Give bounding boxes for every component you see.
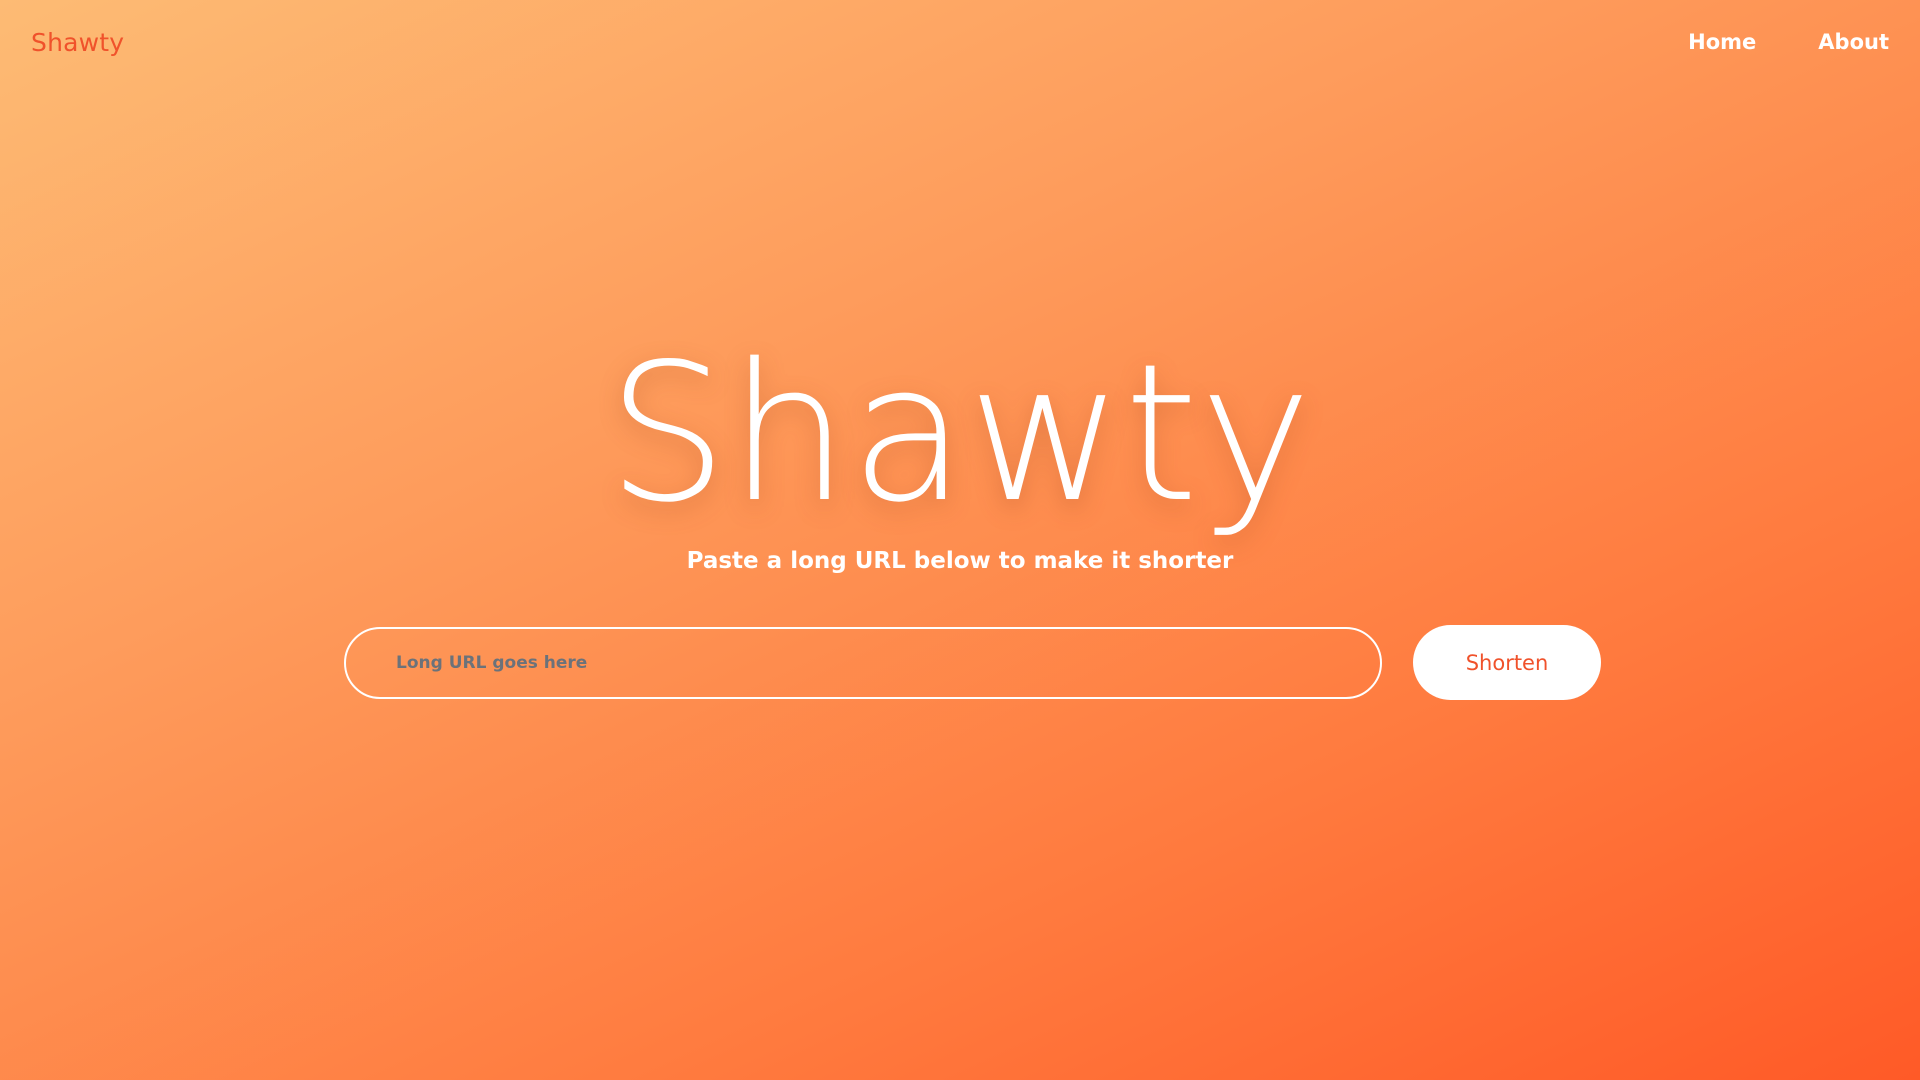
top-nav: Home About	[1688, 30, 1889, 54]
nav-link-home[interactable]: Home	[1688, 30, 1756, 54]
hero-subtitle: Paste a long URL below to make it shorte…	[686, 548, 1234, 574]
hero-title: Shawty	[0, 334, 1920, 534]
brand-logo-text[interactable]: Shawty	[31, 28, 124, 57]
long-url-input[interactable]	[344, 627, 1382, 699]
nav-link-about[interactable]: About	[1818, 30, 1889, 54]
hero-title-text: Shawty	[607, 323, 1313, 544]
shorten-button[interactable]: Shorten	[1413, 625, 1601, 700]
